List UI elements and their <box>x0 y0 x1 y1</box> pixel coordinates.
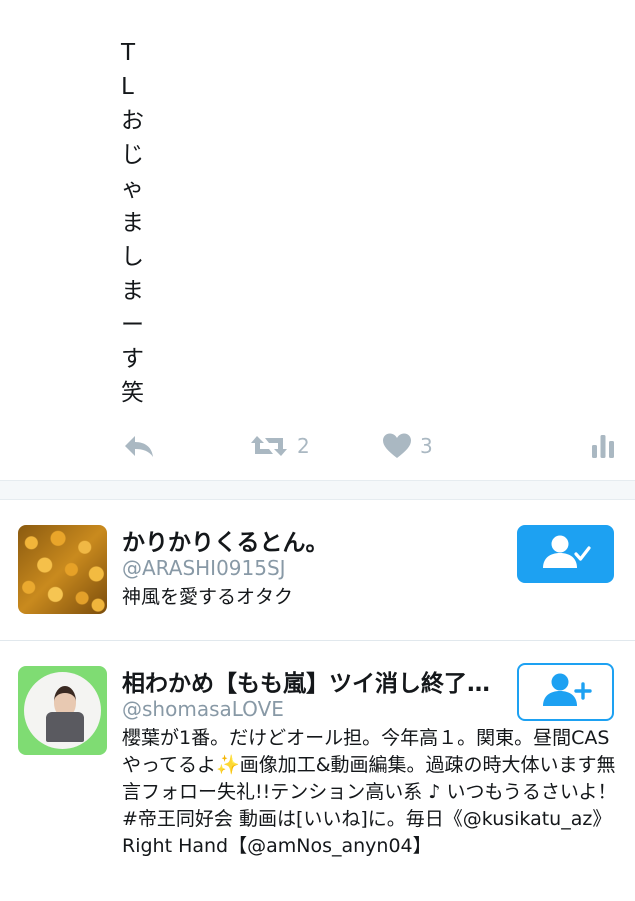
avatar-photo <box>24 672 101 749</box>
avatar[interactable] <box>18 525 107 614</box>
follow-button[interactable] <box>517 663 614 721</box>
tweet-line: ま <box>121 278 144 304</box>
tweet-line: し <box>121 244 144 270</box>
reply-button[interactable] <box>122 426 156 466</box>
analytics-icon <box>591 433 615 459</box>
heart-icon <box>382 432 412 460</box>
analytics-button[interactable] <box>591 426 615 466</box>
like-count: 3 <box>420 434 433 458</box>
following-button[interactable] <box>517 525 614 583</box>
tweet-line: じ <box>121 142 144 168</box>
reply-icon <box>122 433 156 459</box>
tweet-line: ゃ <box>121 176 144 202</box>
user-handle: @shomasaLOVE <box>122 697 284 721</box>
tweet-line: 笑 <box>121 380 144 406</box>
retweet-icon <box>249 432 289 460</box>
tweet-line: ー <box>121 312 144 338</box>
like-button[interactable]: 3 <box>382 426 433 466</box>
tweet-actions: 2 3 <box>0 426 635 466</box>
user-bio: 神風を愛するオタク <box>122 586 294 608</box>
tweet-text: ノ T L お じ ゃ ま し ま ー す 笑 <box>121 0 161 410</box>
user-name: かりかりくるとん。 <box>122 530 329 556</box>
tweet: ノ T L お じ ゃ ま し ま ー す 笑 2 <box>0 0 635 480</box>
user-bio: 櫻葉が1番。だけどオール担。今年高１。関東。昼間CASやってるよ✨画像加工&動画… <box>122 727 617 857</box>
user-card[interactable]: 相わかめ【もも嵐】ツイ消し終了… @shomasaLOVE 櫻葉が1番。だけどオ… <box>0 642 635 901</box>
retweet-button[interactable]: 2 <box>249 426 310 466</box>
tweet-line: ま <box>121 210 144 236</box>
following-check-icon <box>540 533 592 575</box>
tweet-line: T <box>121 40 136 66</box>
user-handle: @ARASHI0915SJ <box>122 556 286 580</box>
user-card[interactable]: かりかりくるとん。 @ARASHI0915SJ 神風を愛するオタク <box>0 501 635 641</box>
retweet-count: 2 <box>297 434 310 458</box>
tweet-line: す <box>121 346 144 372</box>
section-divider <box>0 480 635 500</box>
avatar-body <box>46 712 84 742</box>
tweet-line: L <box>121 74 134 100</box>
follow-add-icon <box>540 671 592 713</box>
tweet-line <box>121 2 161 36</box>
tweet-line: お <box>121 108 144 134</box>
user-name: 相わかめ【もも嵐】ツイ消し終了… <box>122 671 490 697</box>
avatar[interactable] <box>18 666 107 755</box>
